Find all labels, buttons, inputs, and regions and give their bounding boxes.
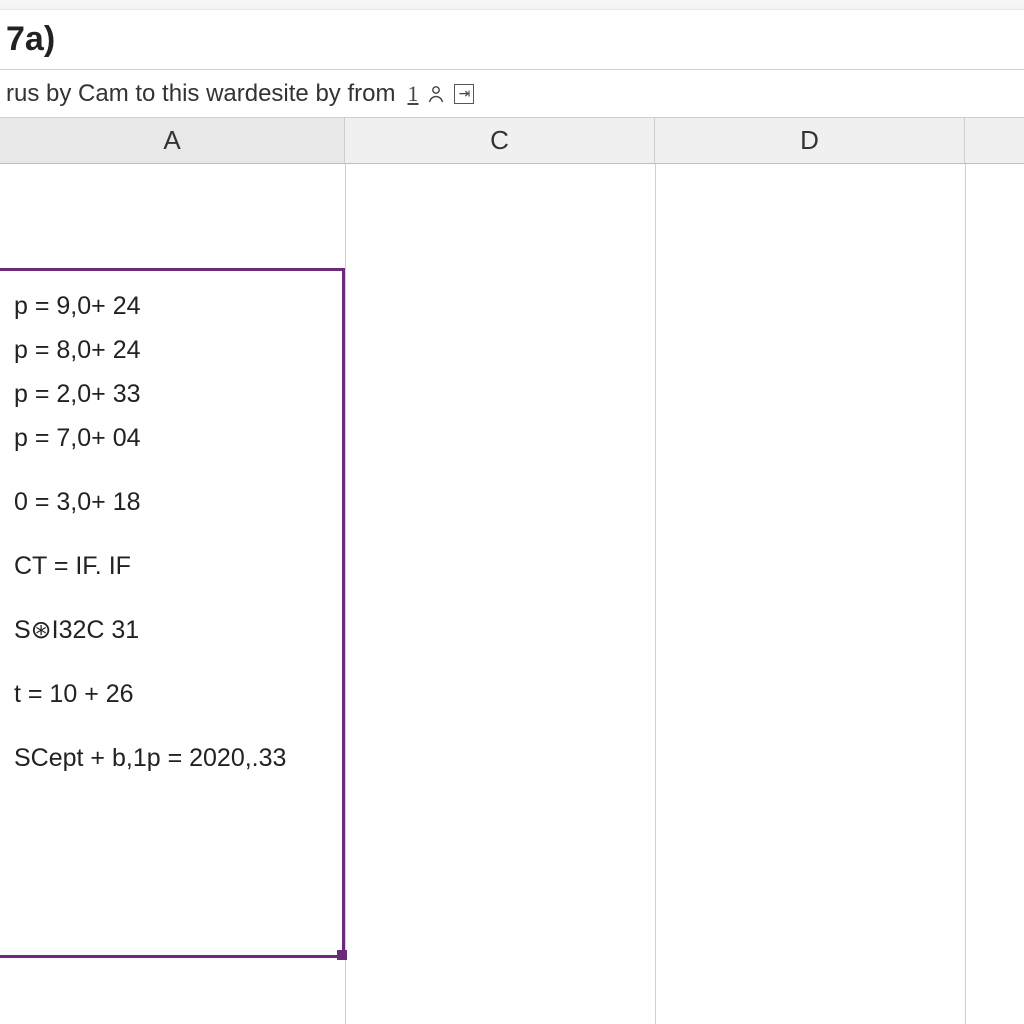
cell-line: CT = IF. IF [14, 544, 334, 588]
column-header-A-label: A [163, 125, 180, 156]
cell-line: p = 9,0+ 24 [14, 284, 334, 328]
sub-header-text: rus by Cam to this wardesite by from [6, 80, 395, 108]
gridline-CD [655, 164, 656, 1024]
window-chrome-strip [0, 0, 1024, 10]
title-bar: 7a) [0, 10, 1024, 70]
sub-header-icons: 1 ⇥ [407, 81, 474, 107]
cell-line: p = 2,0+ 33 [14, 372, 334, 416]
cell-line-gap [14, 524, 334, 544]
active-cell-content[interactable]: p = 9,0+ 24 p = 8,0+ 24 p = 2,0+ 33 p = … [14, 284, 334, 780]
column-headers: A C D [0, 118, 1024, 164]
cell-line: p = 8,0+ 24 [14, 328, 334, 372]
spreadsheet-grid[interactable]: p = 9,0+ 24 p = 8,0+ 24 p = 2,0+ 33 p = … [0, 164, 1024, 1024]
column-header-E[interactable] [965, 118, 1024, 163]
column-header-C-label: C [490, 125, 509, 156]
insert-box-icon[interactable]: ⇥ [454, 84, 474, 104]
underline-icon[interactable]: 1 [407, 81, 418, 107]
cell-line: 0 = 3,0+ 18 [14, 480, 334, 524]
cell-line: p = 7,0+ 04 [14, 416, 334, 460]
cell-line-gap [14, 652, 334, 672]
column-header-C[interactable]: C [345, 118, 655, 163]
column-header-D[interactable]: D [655, 118, 965, 163]
cell-line-gap [14, 460, 334, 480]
insert-box-glyph: ⇥ [459, 85, 471, 102]
sub-header: rus by Cam to this wardesite by from 1 ⇥ [0, 70, 1024, 118]
gridline-DE [965, 164, 966, 1024]
cell-line: t = 10 + 26 [14, 672, 334, 716]
column-header-D-label: D [800, 125, 819, 156]
person-icon[interactable] [426, 84, 446, 104]
cell-line-gap [14, 716, 334, 736]
page-title: 7a) [6, 20, 55, 59]
column-header-A[interactable]: A [0, 118, 345, 163]
cell-line: S⊛I32C 31 [14, 608, 334, 652]
cell-line: SCept + b,1p = 2020,.33 [14, 736, 334, 780]
cell-line-gap [14, 588, 334, 608]
gridline-AC [345, 164, 346, 1024]
